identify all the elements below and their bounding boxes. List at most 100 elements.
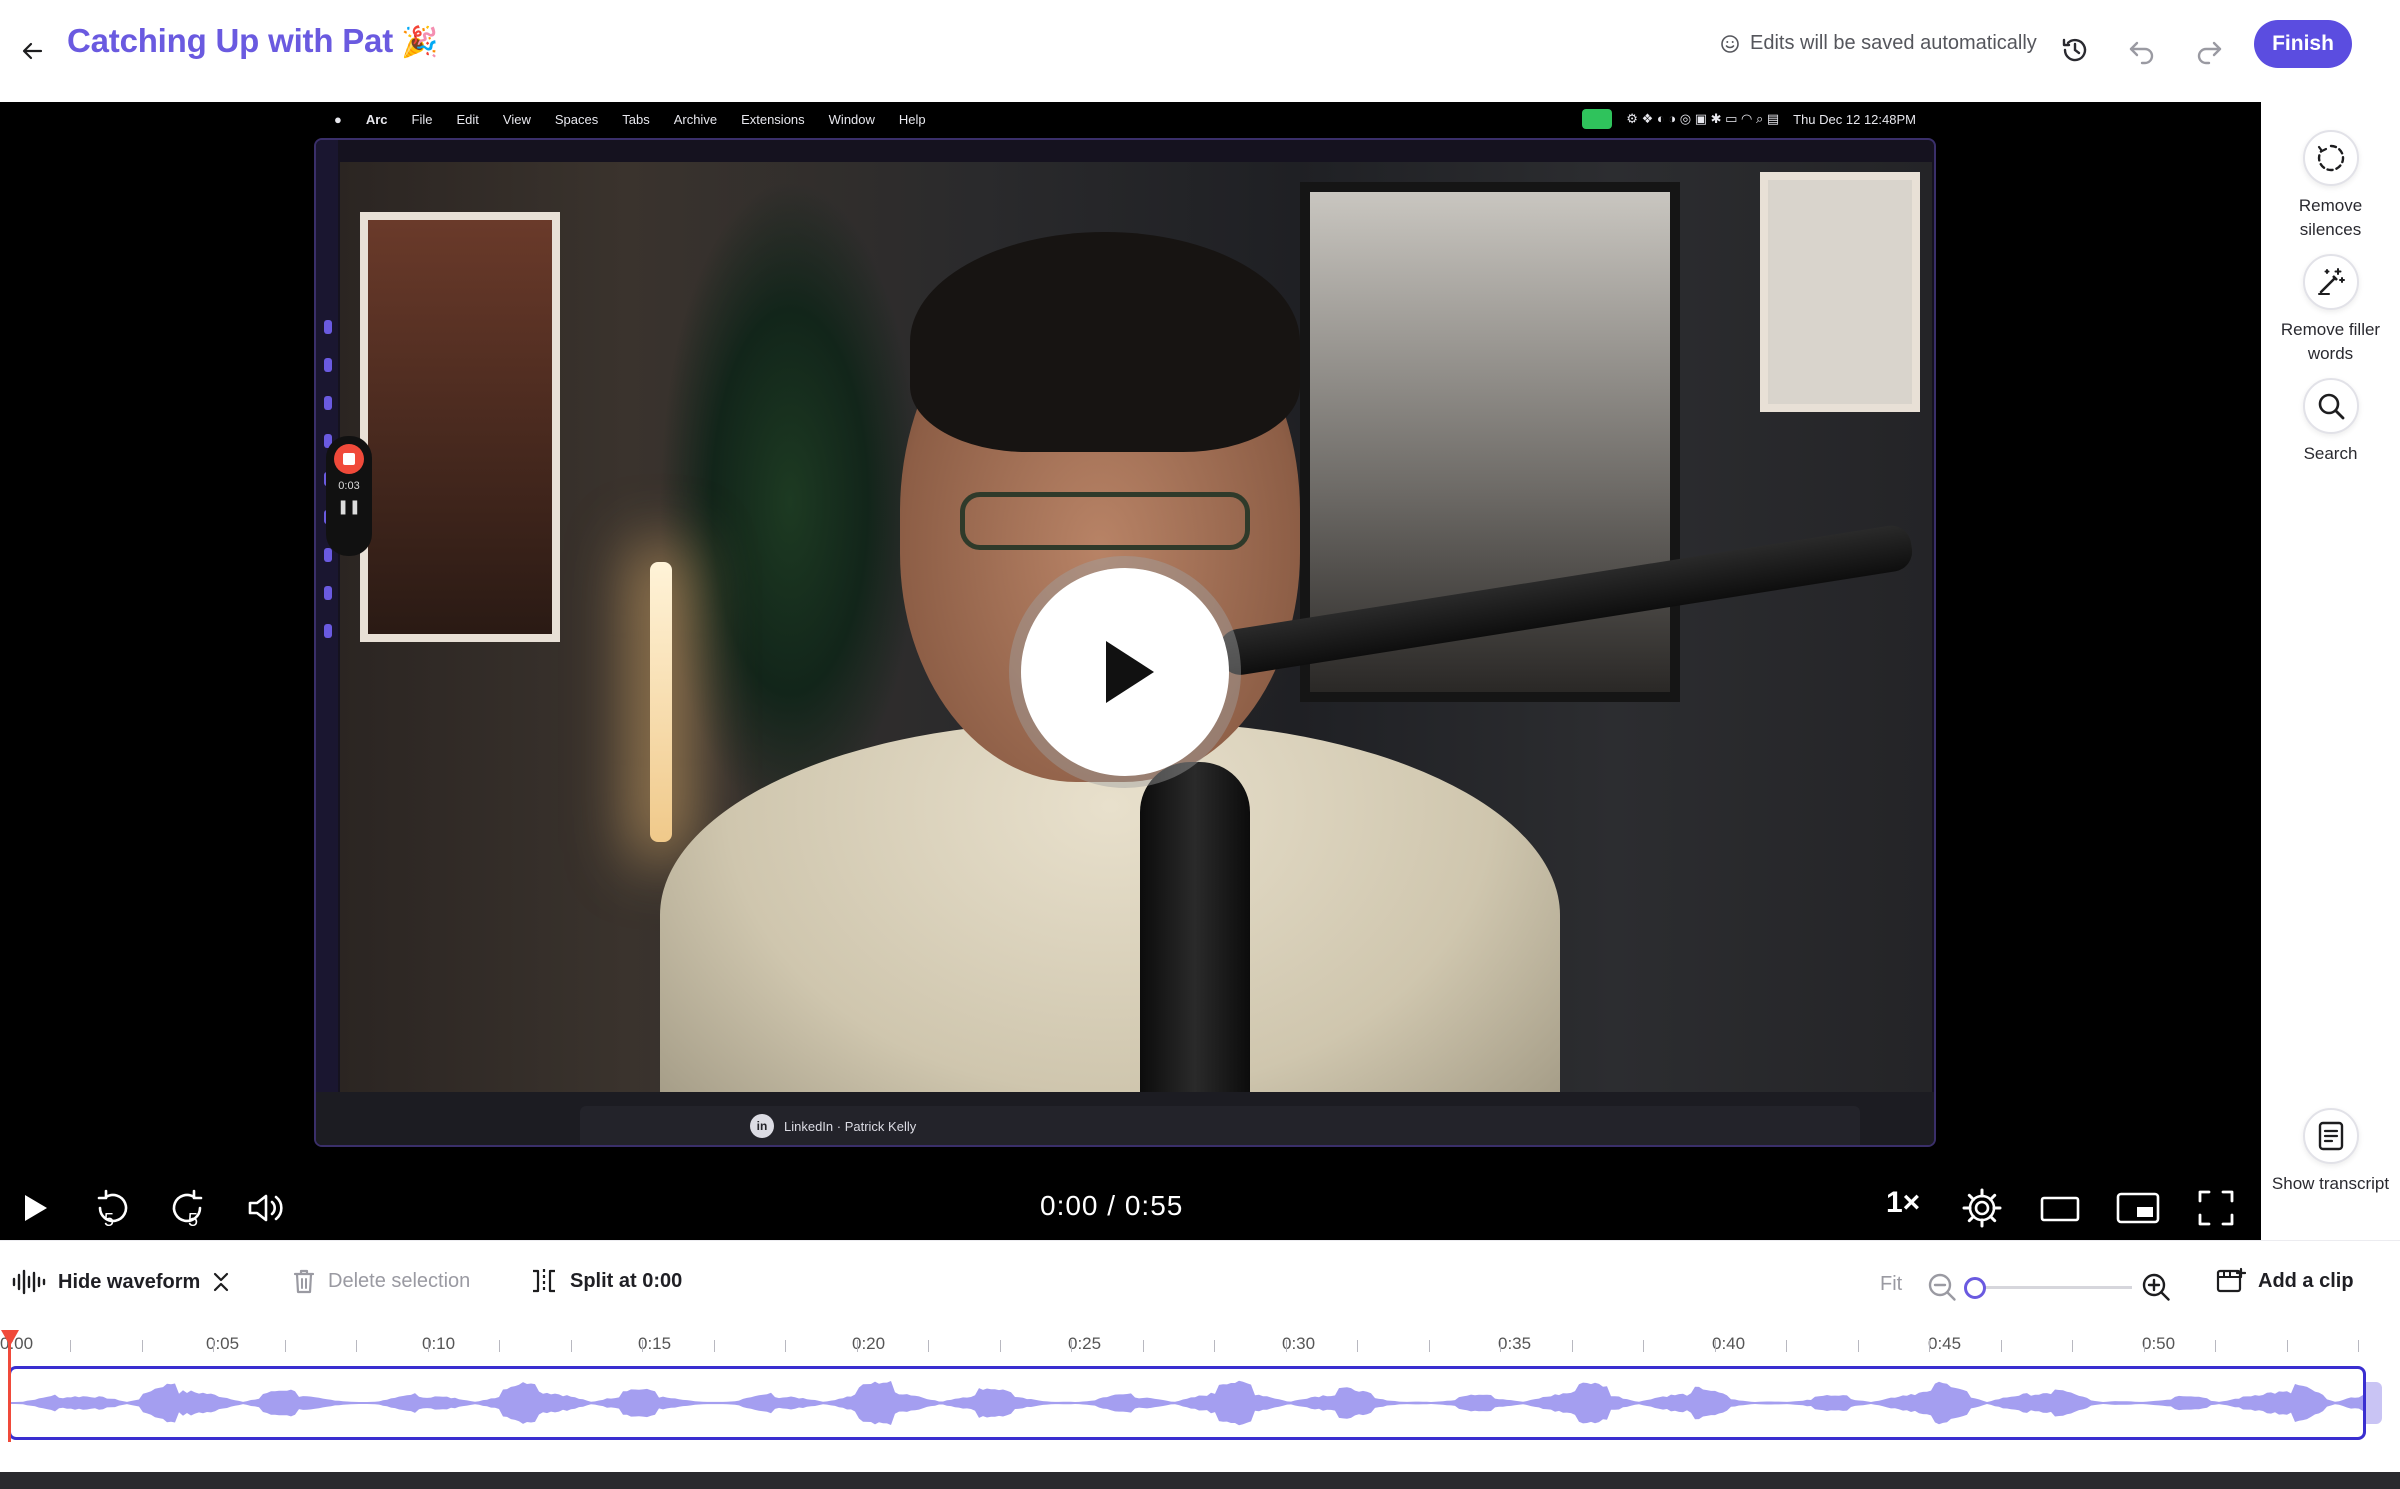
ruler-tick — [1786, 1340, 1787, 1352]
ruler-tick — [1858, 1340, 1859, 1352]
recorded-menubar: ● Arc File Edit View Spaces Tabs Archive… — [314, 102, 1936, 136]
delete-selection-button[interactable]: Delete selection — [292, 1267, 470, 1295]
redo-button[interactable] — [2183, 24, 2235, 76]
ruler-tick — [1286, 1340, 1287, 1352]
microphone — [1140, 762, 1250, 1145]
menubar-item: File — [411, 111, 433, 127]
person-glasses — [960, 492, 1250, 550]
menubar-item: Tabs — [622, 111, 650, 127]
video-player[interactable]: ● Arc File Edit View Spaces Tabs Archive… — [0, 102, 2261, 1240]
ruler-tick — [2215, 1340, 2216, 1352]
ruler-tick — [714, 1340, 715, 1352]
zoom-fit-button[interactable]: Fit — [1880, 1273, 1902, 1296]
play-button[interactable] — [6, 1180, 62, 1236]
undo-icon — [2129, 41, 2154, 65]
ruler-label: 0:45 — [1928, 1334, 1962, 1353]
big-play-button[interactable] — [1021, 568, 1229, 776]
zoom-slider-handle[interactable] — [1964, 1277, 1986, 1299]
menubar-item: Spaces — [554, 111, 599, 127]
search-tool[interactable]: Search — [2261, 378, 2400, 466]
remove-filler-words-tool[interactable]: Remove filler words — [2261, 254, 2400, 366]
ruler-tick — [1214, 1340, 1215, 1352]
hide-waveform-button[interactable]: Hide waveform — [12, 1267, 230, 1297]
ruler-tick — [356, 1340, 357, 1352]
menubar-item: Archive — [673, 111, 718, 127]
menubar-item: View — [502, 111, 531, 127]
ruler-tick — [428, 1340, 429, 1352]
ruler-tick — [142, 1340, 143, 1352]
zoom-in-icon — [2142, 1273, 2170, 1301]
page-title[interactable]: Catching Up with Pat 🎉 — [67, 22, 438, 60]
editor-header: Catching Up with Pat 🎉 Edits will be save… — [0, 0, 2400, 102]
picture-in-picture-button[interactable] — [2110, 1180, 2166, 1236]
ruler-tick — [499, 1340, 500, 1352]
timeline-toolbar: Hide waveform Delete selection Split at … — [0, 1240, 2400, 1330]
ruler-label: 0:35 — [1498, 1334, 1532, 1353]
time-display: 0:00 / 0:55 — [1040, 1190, 1183, 1222]
menubar-item: Window — [828, 111, 875, 127]
show-transcript-tool[interactable]: Show transcript — [2261, 1108, 2400, 1196]
time-separator: / — [1107, 1190, 1117, 1221]
play-icon — [1106, 641, 1154, 703]
ruler-tick — [1929, 1340, 1930, 1352]
zoom-slider-track[interactable] — [1974, 1286, 2132, 1289]
add-clip-button[interactable]: Add a clip — [2216, 1267, 2354, 1295]
fullscreen-button[interactable] — [2188, 1180, 2244, 1236]
skeleton-poster — [360, 212, 560, 642]
ruler-label: 0:50 — [2142, 1334, 2176, 1353]
show-transcript-button[interactable] — [2302, 1108, 2359, 1164]
window-bottom-edge — [0, 1472, 2400, 1489]
timeline-ruler[interactable]: 0:00 0:05 0:10 0:15 0:20 0:25 0:30 0:35 … — [0, 1330, 2400, 1364]
duration: 0:55 — [1124, 1190, 1184, 1221]
skip-back-button[interactable]: 5 — [84, 1180, 140, 1236]
ruler-label: 0:05 — [206, 1334, 240, 1353]
linkedin-tab-label: LinkedIn · Patrick Kelly — [784, 1118, 917, 1134]
settings-button[interactable] — [1954, 1180, 2010, 1236]
ruler-tick — [2072, 1340, 2073, 1352]
theater-mode-button[interactable] — [2032, 1180, 2088, 1236]
christmas-tree — [660, 182, 920, 802]
trash-icon — [293, 1269, 315, 1294]
hide-waveform-label: Hide waveform — [58, 1270, 201, 1293]
menubar-item: Edit — [456, 111, 479, 127]
zoom-out-button[interactable] — [1926, 1271, 1958, 1303]
back-button[interactable] — [10, 28, 56, 74]
skip-forward-button[interactable]: 5 — [160, 1180, 216, 1236]
arrow-left-icon — [22, 42, 43, 60]
clip-trim-handle-right[interactable] — [2366, 1382, 2382, 1424]
playhead[interactable] — [8, 1332, 11, 1442]
menubar-item: Help — [898, 111, 926, 127]
remove-silences-tool[interactable]: Remove silences — [2261, 130, 2400, 242]
search-button[interactable] — [2302, 378, 2359, 434]
recorder-widget: 0:03 ❚❚ — [326, 436, 372, 556]
show-transcript-label: Show transcript — [2271, 1174, 2390, 1193]
ruler-tick — [1715, 1340, 1716, 1352]
version-history-button[interactable] — [2049, 24, 2101, 76]
split-button[interactable]: Split at 0:00 — [530, 1267, 682, 1295]
ruler-tick — [213, 1340, 214, 1352]
zoom-in-button[interactable] — [2140, 1271, 2172, 1303]
undo-button[interactable] — [2116, 24, 2168, 76]
zoom-out-icon — [1928, 1273, 1956, 1301]
history-icon — [2062, 38, 2087, 62]
current-time: 0:00 — [1040, 1190, 1099, 1221]
transcript-icon — [2318, 1121, 2343, 1151]
fullscreen-icon — [2198, 1190, 2234, 1226]
linkedin-tab: in LinkedIn · Patrick Kelly — [580, 1106, 1860, 1145]
remove-filler-words-button[interactable] — [2302, 254, 2359, 310]
volume-icon — [248, 1194, 283, 1222]
ruler-tick — [1357, 1340, 1358, 1352]
ruler-tick — [1643, 1340, 1644, 1352]
waveform-clip[interactable] — [8, 1366, 2366, 1440]
playback-speed-button[interactable]: 1× — [1886, 1186, 1920, 1220]
magic-wand-icon — [2317, 268, 2345, 295]
redo-icon — [2197, 41, 2222, 65]
volume-button[interactable] — [238, 1180, 294, 1236]
remove-silences-button[interactable] — [2302, 130, 2359, 186]
finish-button[interactable]: Finish — [2254, 20, 2352, 68]
ruler-tick — [2358, 1340, 2359, 1352]
forward-5-icon: 5 — [172, 1189, 203, 1230]
camera-active-icon — [1582, 109, 1613, 129]
person-shirt — [660, 722, 1560, 1142]
add-clip-label: Add a clip — [2258, 1269, 2354, 1292]
